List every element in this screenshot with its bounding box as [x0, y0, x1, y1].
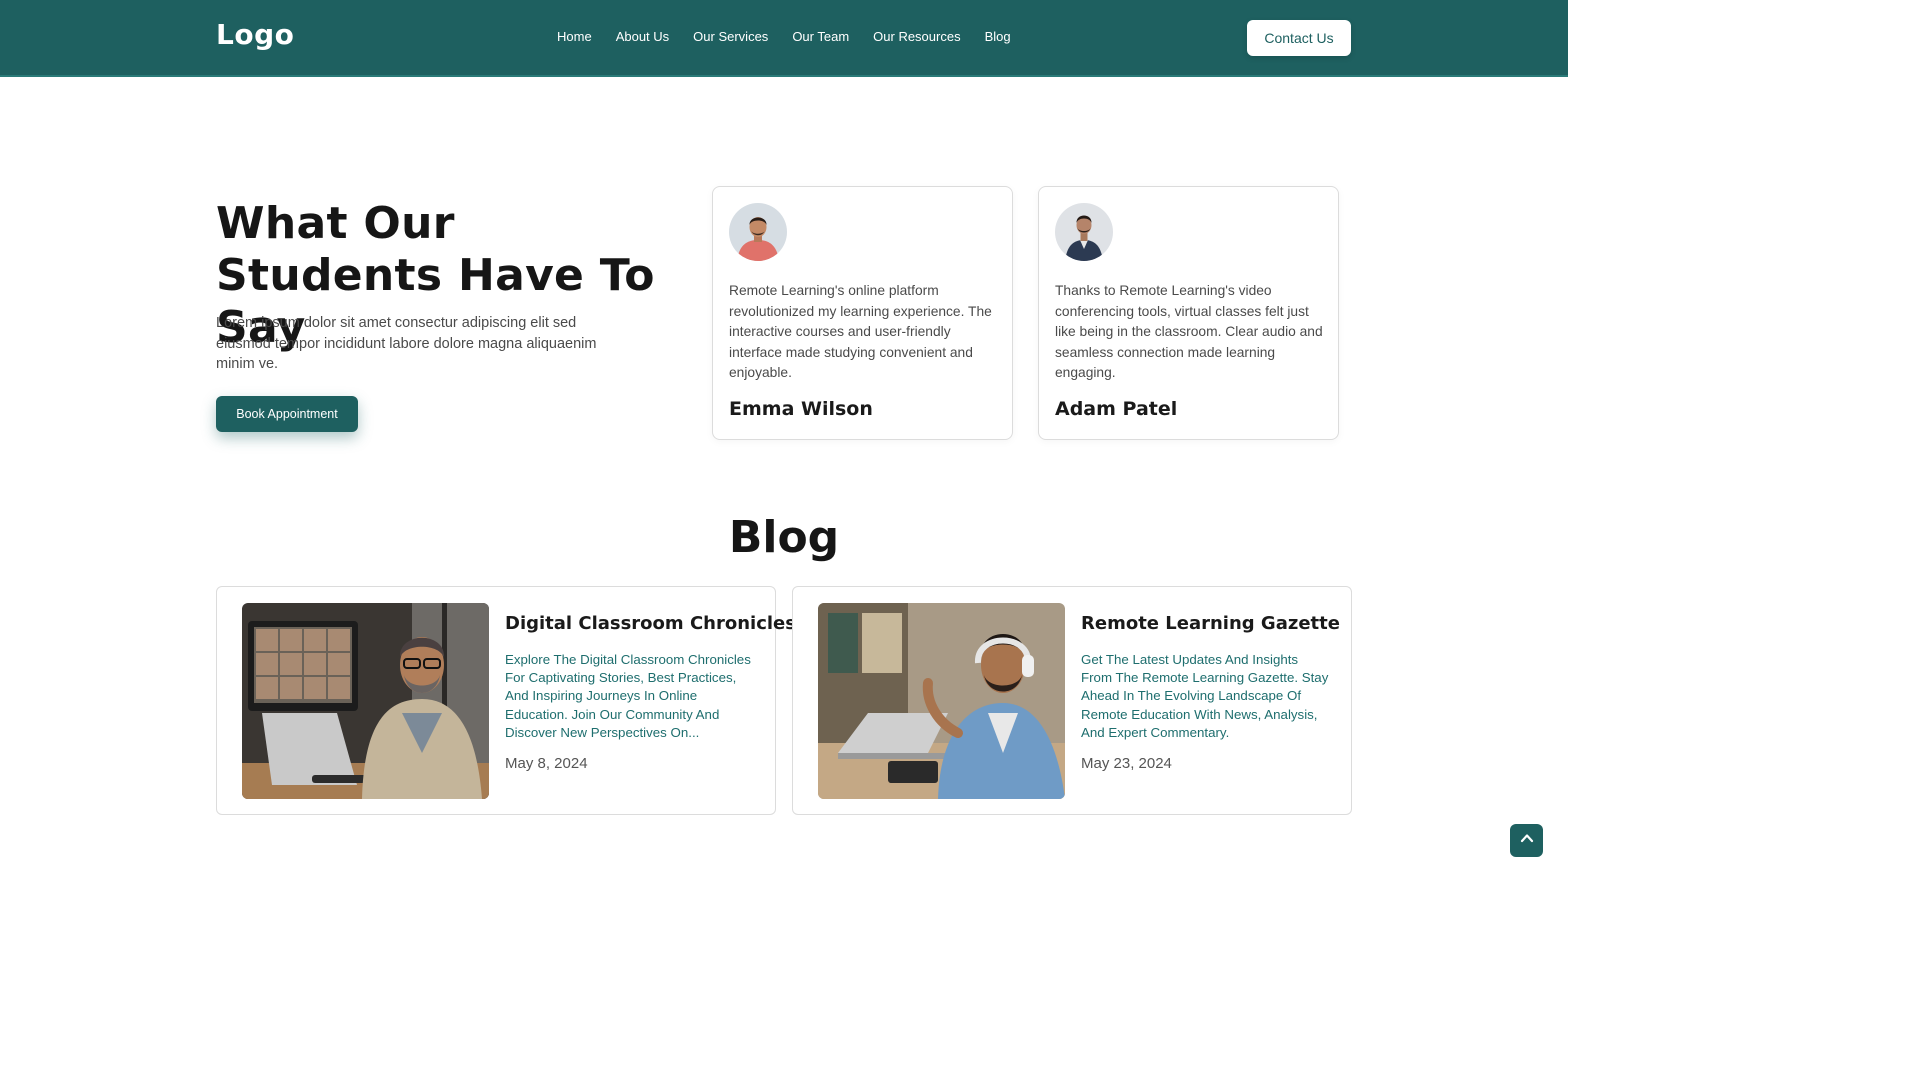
blog-post-date: May 8, 2024: [505, 755, 588, 772]
avatar: [729, 203, 787, 261]
main-nav: Home About Us Our Services Our Team Our …: [557, 29, 1011, 44]
blog-image[interactable]: [818, 603, 1065, 799]
testimonials-description: Lorem ipsum dolor sit amet consectur adi…: [216, 315, 597, 372]
blog-card[interactable]: Digital Classroom Chronicles Explore The…: [216, 586, 796, 815]
contact-us-button[interactable]: Contact Us: [1247, 20, 1351, 56]
testimonial-card: Remote Learning's online platform revolu…: [712, 186, 1013, 440]
blog-heading: Blog: [728, 512, 840, 563]
testimonial-quote: Thanks to Remote Learning's video confer…: [1055, 283, 1323, 380]
blog-post-title[interactable]: Digital Classroom Chronicles: [505, 613, 796, 634]
logo[interactable]: Logo: [216, 18, 294, 51]
blog-card[interactable]: Remote Learning Gazette Get The Latest U…: [792, 586, 1352, 815]
nav-our-services[interactable]: Our Services: [693, 29, 768, 44]
testimonial-card: Thanks to Remote Learning's video confer…: [1038, 186, 1339, 440]
blog-post-excerpt: Get The Latest Updates And Insights From…: [1081, 652, 1329, 740]
scroll-to-top-button[interactable]: [1510, 824, 1543, 857]
nav-our-team[interactable]: Our Team: [792, 29, 849, 44]
testimonial-name: Adam Patel: [1055, 398, 1178, 420]
nav-our-resources[interactable]: Our Resources: [873, 29, 960, 44]
blog-image[interactable]: [242, 603, 489, 799]
blog-post-date: May 23, 2024: [1081, 755, 1172, 772]
book-appointment-button[interactable]: Book Appointment: [216, 396, 358, 432]
blog-post-excerpt: Explore The Digital Classroom Chronicles…: [505, 652, 751, 740]
nav-about-us[interactable]: About Us: [616, 29, 669, 44]
testimonial-quote: Remote Learning's online platform revolu…: [729, 283, 992, 380]
site-header: Logo Home About Us Our Services Our Team…: [0, 0, 1568, 77]
nav-home[interactable]: Home: [557, 29, 592, 44]
testimonial-name: Emma Wilson: [729, 398, 873, 420]
nav-blog[interactable]: Blog: [985, 29, 1011, 44]
avatar: [1055, 203, 1113, 261]
blog-post-title[interactable]: Remote Learning Gazette: [1081, 613, 1341, 634]
chevron-up-icon: [1519, 830, 1535, 851]
